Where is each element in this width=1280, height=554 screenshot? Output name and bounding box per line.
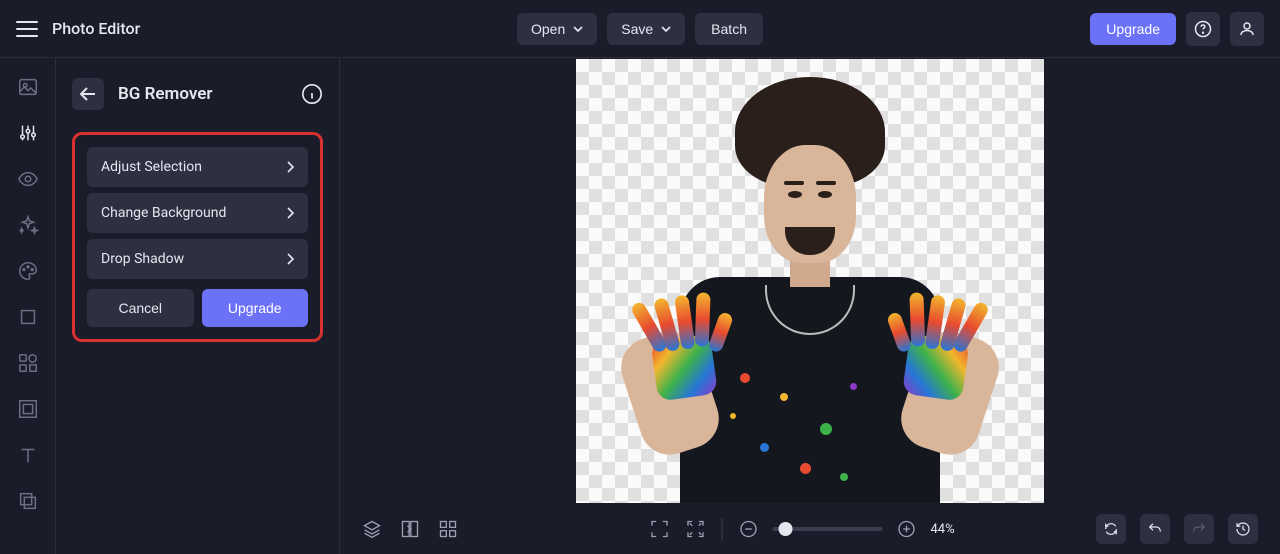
- history-icon: [1235, 521, 1251, 537]
- text-tool-icon[interactable]: [17, 444, 39, 466]
- app-title: Photo Editor: [52, 19, 140, 38]
- options-highlight-box: Adjust Selection Change Background Drop …: [72, 132, 323, 342]
- refresh-icon: [1103, 521, 1119, 537]
- panel-title: BG Remover: [118, 84, 287, 104]
- fit-screen-icon[interactable]: [650, 519, 670, 539]
- open-dropdown[interactable]: Open: [517, 13, 597, 45]
- menu-hamburger-icon[interactable]: [16, 21, 38, 37]
- option-label: Drop Shadow: [101, 251, 184, 267]
- canvas-viewport[interactable]: [340, 58, 1280, 504]
- chevron-right-icon: [286, 161, 294, 173]
- upgrade-button-top[interactable]: Upgrade: [1090, 13, 1176, 45]
- arrow-left-icon: [80, 87, 96, 101]
- account-button[interactable]: [1230, 12, 1264, 46]
- bottom-toolbar: 44%: [340, 504, 1280, 554]
- actual-size-icon[interactable]: [686, 519, 706, 539]
- adjust-tool-icon[interactable]: [17, 122, 39, 144]
- sparkle-tool-icon[interactable]: [17, 214, 39, 236]
- user-icon: [1238, 20, 1256, 38]
- save-dropdown[interactable]: Save: [607, 13, 685, 45]
- zoom-slider[interactable]: [773, 527, 883, 531]
- grid-icon[interactable]: [438, 519, 458, 539]
- image-subject: [620, 73, 1000, 503]
- help-icon: [1194, 20, 1212, 38]
- redo-button[interactable]: [1184, 514, 1214, 544]
- side-panel: BG Remover Adjust Selection Change Backg…: [56, 58, 340, 554]
- palette-tool-icon[interactable]: [17, 260, 39, 282]
- info-button[interactable]: [301, 83, 323, 105]
- chevron-down-icon: [661, 26, 671, 32]
- reset-button[interactable]: [1096, 514, 1126, 544]
- back-button[interactable]: [72, 78, 104, 110]
- compare-icon[interactable]: [400, 519, 420, 539]
- info-icon: [301, 83, 323, 105]
- tool-rail: [0, 58, 56, 554]
- upgrade-button-panel[interactable]: Upgrade: [202, 289, 309, 327]
- zoom-slider-thumb[interactable]: [779, 522, 793, 536]
- open-label: Open: [531, 21, 565, 37]
- crop-tool-icon[interactable]: [17, 306, 39, 328]
- option-label: Change Background: [101, 205, 226, 221]
- drop-shadow-option[interactable]: Drop Shadow: [87, 239, 308, 279]
- overlay-tool-icon[interactable]: [17, 490, 39, 512]
- undo-button[interactable]: [1140, 514, 1170, 544]
- chevron-right-icon: [286, 253, 294, 265]
- canvas-image: [576, 59, 1044, 503]
- option-label: Adjust Selection: [101, 159, 202, 175]
- history-button[interactable]: [1228, 514, 1258, 544]
- save-label: Save: [621, 21, 653, 37]
- frame-tool-icon[interactable]: [17, 398, 39, 420]
- chevron-down-icon: [573, 26, 583, 32]
- adjust-selection-option[interactable]: Adjust Selection: [87, 147, 308, 187]
- zoom-percent-label[interactable]: 44%: [931, 522, 971, 537]
- layers-icon[interactable]: [362, 519, 382, 539]
- separator: [722, 518, 723, 540]
- cancel-button[interactable]: Cancel: [87, 289, 194, 327]
- chevron-right-icon: [286, 207, 294, 219]
- image-tool-icon[interactable]: [17, 76, 39, 98]
- shapes-tool-icon[interactable]: [17, 352, 39, 374]
- eye-tool-icon[interactable]: [17, 168, 39, 190]
- zoom-out-icon[interactable]: [739, 519, 759, 539]
- redo-icon: [1191, 521, 1207, 537]
- help-button[interactable]: [1186, 12, 1220, 46]
- undo-icon: [1147, 521, 1163, 537]
- batch-button[interactable]: Batch: [695, 13, 763, 45]
- change-background-option[interactable]: Change Background: [87, 193, 308, 233]
- zoom-in-icon[interactable]: [897, 519, 917, 539]
